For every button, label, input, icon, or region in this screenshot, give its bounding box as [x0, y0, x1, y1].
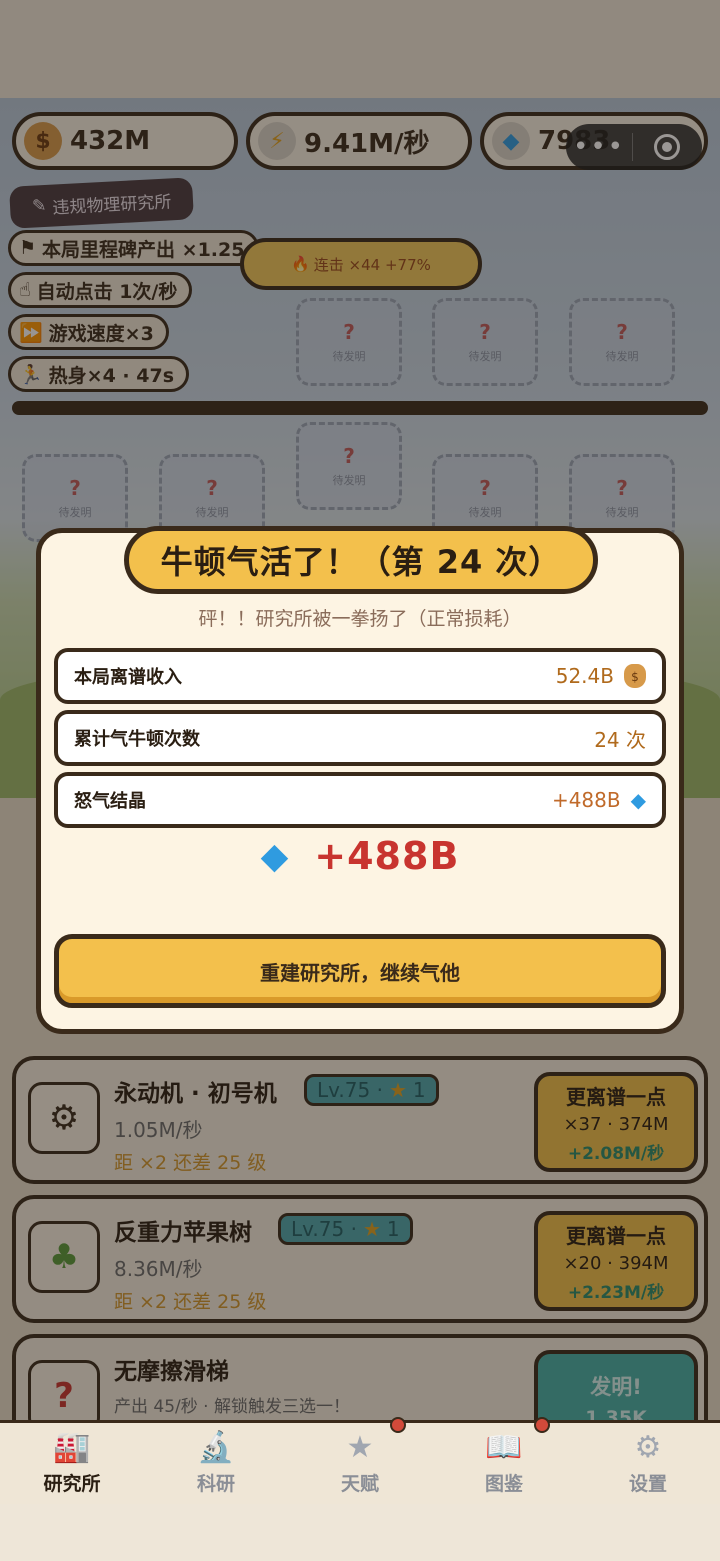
rebuild-button[interactable]: 重建研究所，继续气他 [54, 934, 666, 1008]
star-icon: ★ [346, 1429, 374, 1465]
microscope-icon: 🔬 [197, 1429, 235, 1465]
modal-subtitle: 砰！！研究所被一拳扬了（正常损耗） [198, 608, 522, 630]
stat-value: 52.4B [555, 664, 614, 688]
tab-label: 科研 [196, 1473, 235, 1495]
tab-lab[interactable]: 🏭 研究所 [0, 1423, 144, 1504]
stat-value-wrap: +488B ◆ [552, 788, 646, 812]
notification-dot [390, 1417, 406, 1433]
tab-label: 设置 [628, 1473, 667, 1495]
stat-row-count: 累计气牛顿次数 24 次 [54, 710, 666, 766]
stat-label: 本局离谱收入 [74, 667, 182, 688]
gem-icon: ◆ [630, 788, 646, 812]
gear-icon: ⚙ [634, 1429, 662, 1465]
modal-title: 牛顿气活了！（第 24 次） [124, 526, 598, 594]
stat-label: 累计气牛顿次数 [74, 729, 200, 750]
reward-value: +488B [314, 834, 460, 878]
tab-research[interactable]: 🔬 科研 [144, 1423, 288, 1504]
factory-icon: 🏭 [53, 1429, 91, 1465]
stat-value: 24 次 [594, 727, 646, 752]
book-icon: 📖 [485, 1429, 523, 1465]
home-indicator-area [0, 1504, 720, 1561]
money-bag-icon: $ [624, 664, 646, 688]
stat-row-income: 本局离谱收入 52.4B $ [54, 648, 666, 704]
stat-row-crystal: 怒气结晶 +488B ◆ [54, 772, 666, 828]
reward-display: ◆ +488B [36, 834, 684, 878]
tab-collection[interactable]: 📖 图鉴 [432, 1417, 576, 1504]
stat-value: +488B [551, 788, 621, 812]
tab-label: 天赋 [340, 1473, 379, 1495]
notification-dot [534, 1417, 550, 1433]
stat-value-wrap: 52.4B $ [556, 664, 646, 688]
stat-label: 怒气结晶 [74, 791, 146, 812]
tab-settings[interactable]: ⚙ 设置 [576, 1423, 720, 1504]
tab-label: 图鉴 [484, 1473, 523, 1495]
tab-label: 研究所 [43, 1473, 101, 1495]
tab-talent[interactable]: ★ 天赋 [288, 1417, 432, 1504]
gem-icon: ◆ [260, 835, 289, 877]
bottom-tab-bar: 🏭 研究所 🔬 科研 ★ 天赋 📖 图鉴 ⚙ 设置 [0, 1417, 720, 1504]
